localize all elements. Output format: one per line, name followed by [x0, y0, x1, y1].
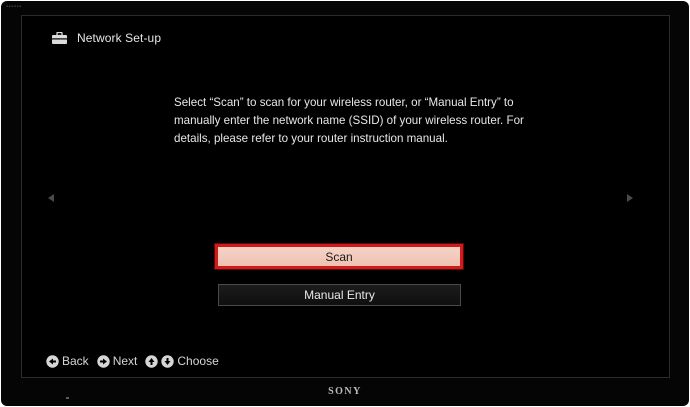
power-led [66, 397, 69, 399]
brand-logo: SONY [328, 386, 362, 397]
page-header: Network Set-up [51, 31, 161, 45]
left-arrow-icon [48, 194, 54, 202]
manual-entry-button-label: Manual Entry [304, 288, 375, 302]
choose-label: Choose [177, 354, 219, 368]
scan-button-label: Scan [325, 249, 353, 264]
right-circle-icon [96, 354, 110, 368]
back-hint[interactable]: Back [46, 354, 89, 368]
next-hint[interactable]: Next [96, 354, 138, 368]
manual-entry-button[interactable]: Manual Entry [218, 284, 461, 306]
navigation-hints: Back Next Choose [46, 354, 227, 368]
instruction-text: Select “Scan” to scan for your wireless … [174, 96, 524, 145]
tv-screen: Network Set-up Select “Scan” to scan for… [21, 15, 670, 378]
scan-button[interactable]: Scan [215, 244, 463, 269]
right-arrow-icon [627, 194, 633, 202]
tv-frame: ▪▪▪▪▪▪ Network Set-up Select “Scan” to s… [1, 1, 689, 406]
back-label: Back [62, 354, 89, 368]
down-circle-icon [161, 354, 175, 368]
left-circle-icon [46, 354, 59, 368]
next-label: Next [112, 354, 138, 368]
page-title: Network Set-up [77, 31, 162, 45]
choose-hint[interactable]: Choose [145, 354, 219, 368]
up-circle-icon [145, 354, 159, 368]
toolbox-icon [52, 31, 67, 44]
corner-label: ▪▪▪▪▪▪ [6, 4, 22, 10]
